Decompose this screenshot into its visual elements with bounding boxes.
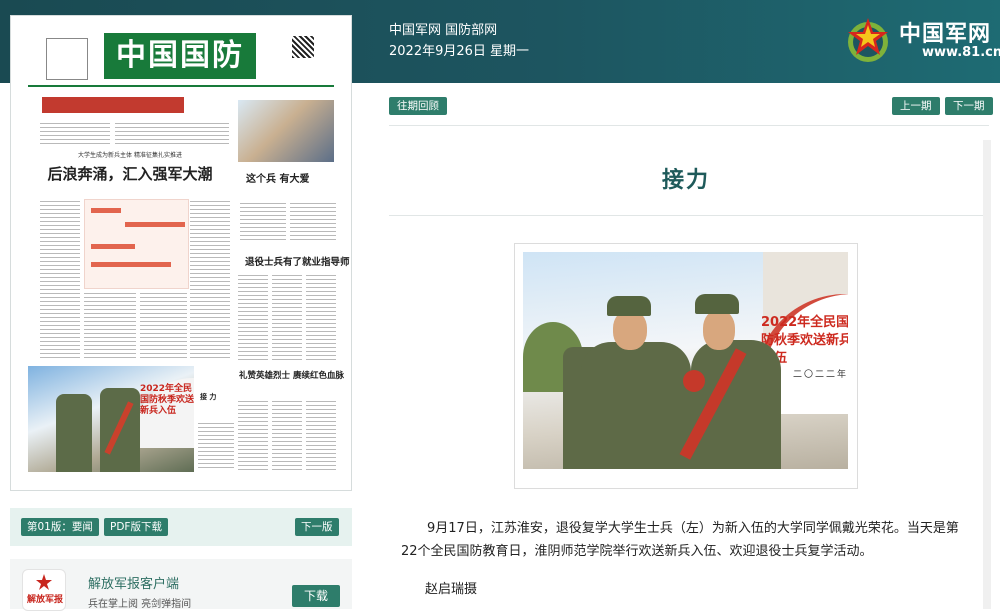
soldier-figure (56, 394, 92, 472)
next-edition-button[interactable]: 下一版 (295, 518, 339, 536)
right-soldier-face (703, 310, 735, 350)
infographic-bar (125, 222, 185, 227)
mid-headline[interactable]: 退役士兵有了就业指导师 (245, 254, 350, 268)
next-issue-button[interactable]: 下一期 (945, 97, 993, 115)
client-logo-text: 解放军报 (27, 595, 64, 605)
client-app-title[interactable]: 解放军报客户端 (88, 573, 179, 592)
banner-text: 2022年全民国防秋季欢送新兵入伍 (140, 384, 194, 416)
honor-flower (683, 370, 705, 392)
article-photo[interactable]: 2022年全民国防秋季欢送新兵入伍 二〇二二年 (523, 252, 848, 469)
logo-text: 中国军网 (899, 22, 992, 47)
mid-text-column (272, 272, 302, 362)
site-logo[interactable]: 中国军网 www.81.cn (842, 12, 1000, 68)
left-soldier (581, 342, 691, 469)
date-line: 2022年9月26日 星期一 (389, 44, 530, 59)
scrollbar[interactable] (983, 140, 991, 609)
logo-url: www.81.cn (922, 45, 1000, 60)
lead-text-column (190, 198, 230, 358)
red-banner (42, 97, 184, 113)
toolbar-divider (389, 125, 989, 126)
client-download-button[interactable]: 下载 (292, 585, 340, 607)
lead-text-block (115, 120, 229, 144)
newspaper-masthead: 中国国防报 (28, 33, 334, 119)
mid-text-column (306, 272, 336, 362)
low-text-column (238, 398, 268, 470)
archive-button[interactable]: 往期回顾 (389, 97, 447, 115)
infographic-bar (91, 244, 135, 249)
infographic (84, 199, 189, 289)
photo-banner-year: 二〇二二年 (793, 370, 848, 380)
lead-text-column (40, 198, 80, 358)
star-emblem-icon (848, 18, 888, 62)
client-app-subtitle: 兵在掌上阅 亮剑弹指间 (88, 599, 192, 610)
left-soldier-cap (607, 296, 651, 316)
low-text-column (306, 398, 336, 470)
prev-issue-button[interactable]: 上一期 (892, 97, 940, 115)
client-app-logo[interactable]: 解放军报 (22, 569, 66, 611)
low-text-column (272, 398, 302, 470)
masthead-rule (28, 85, 334, 87)
lead-text-block (40, 120, 110, 144)
side-text-column (290, 200, 336, 242)
article-title: 接力 (661, 168, 710, 193)
title-divider (389, 215, 983, 216)
left-soldier-face (613, 310, 647, 350)
photo-story-text (198, 420, 234, 470)
photo-caption: 9月17日，江苏淮安，退役复学大学生士兵（左）为新入伍的大学同学佩戴光荣花。当天… (401, 521, 959, 559)
top-right-photo[interactable] (238, 100, 334, 162)
photo-byline: 赵启瑞摄 (425, 582, 478, 597)
mid-text-column (238, 272, 268, 362)
pdf-download-button[interactable]: PDF版下载 (104, 518, 168, 536)
side-headline[interactable]: 这个兵 有大爱 (246, 170, 309, 185)
infographic-bar (91, 208, 121, 213)
photo-story-title[interactable]: 接 力 (200, 392, 216, 402)
lead-subheadline: 大学生成为新兵主体 精准征集扎实推进 (78, 152, 182, 159)
site-names[interactable]: 中国军网 国防部网 (389, 19, 497, 38)
masthead-title: 中国国防报 (104, 33, 256, 119)
lead-headline[interactable]: 后浪奔涌，汇入强军大潮 (40, 163, 220, 184)
qr-code-icon (292, 36, 314, 58)
right-soldier-cap (695, 294, 739, 314)
masthead-date-box (46, 38, 88, 80)
infographic-bar (91, 262, 171, 267)
low-headline[interactable]: 礼赞英雄烈士 赓续红色血脉 (239, 369, 344, 381)
lead-text-column (84, 290, 136, 358)
red-star-icon (36, 574, 52, 590)
side-text-column (240, 200, 286, 242)
edition-label-button[interactable]: 第01版：要闻 (21, 518, 99, 536)
lead-text-column (140, 290, 187, 358)
bottom-left-photo[interactable]: 2022年全民国防秋季欢送新兵入伍 (28, 366, 194, 472)
